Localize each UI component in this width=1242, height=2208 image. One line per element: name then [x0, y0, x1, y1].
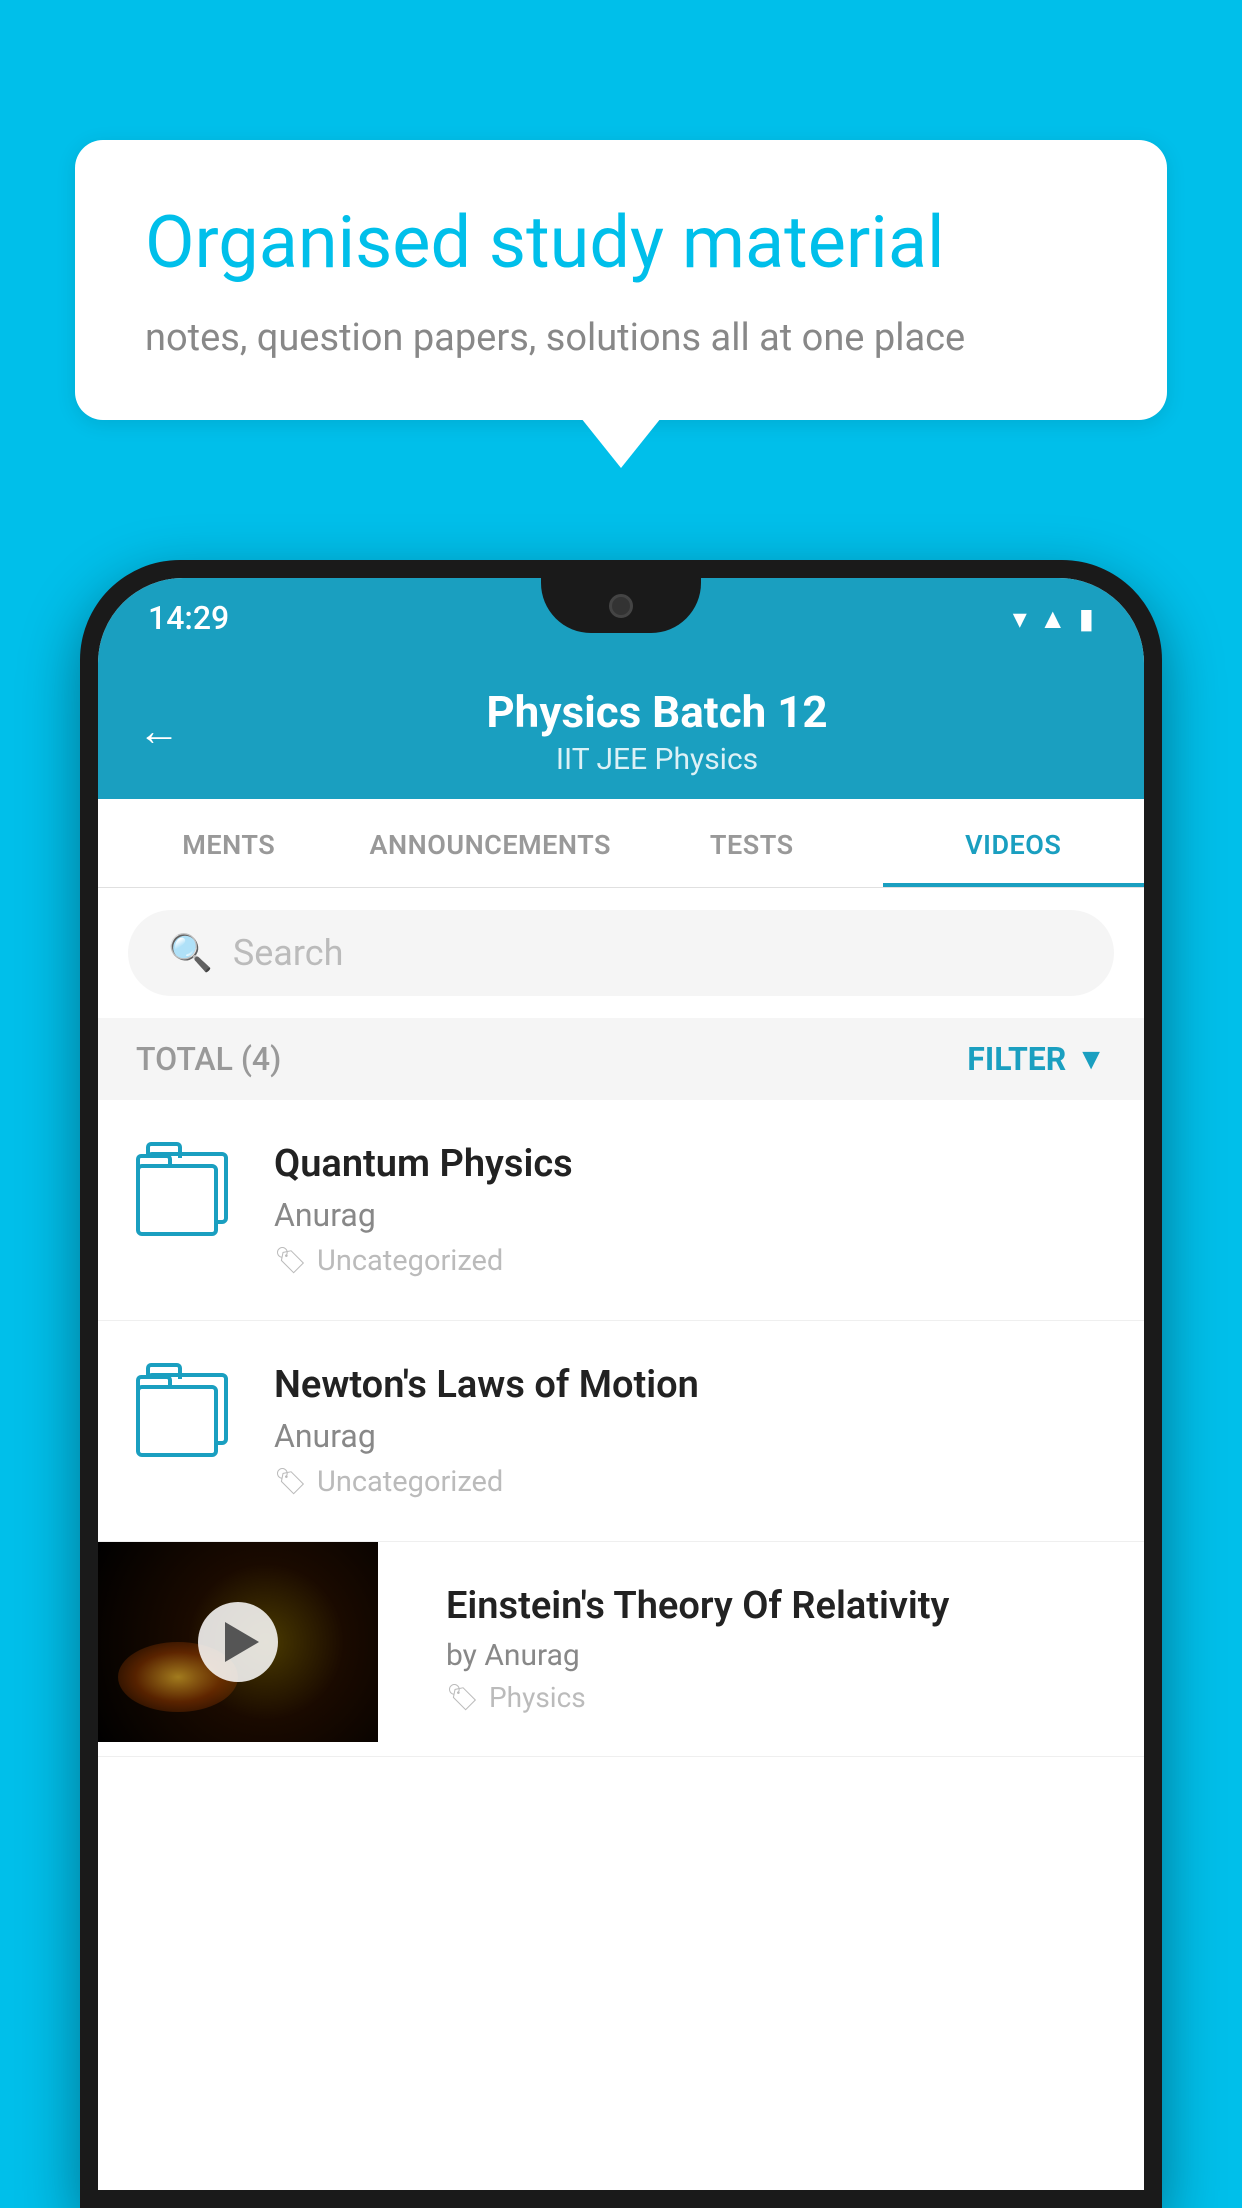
search-placeholder: Search: [233, 932, 344, 974]
play-icon: [225, 1622, 259, 1662]
speech-bubble-subtitle: notes, question papers, solutions all at…: [145, 316, 1097, 360]
notch: [541, 578, 701, 633]
video-list: Quantum Physics Anurag 🏷 Uncategorized: [98, 1100, 1144, 1757]
video-author: by Anurag: [446, 1638, 1114, 1673]
video-title: Newton's Laws of Motion: [274, 1363, 1106, 1407]
filter-icon: ▼: [1076, 1042, 1106, 1077]
folder-icon: [136, 1142, 236, 1242]
filter-bar: TOTAL (4) FILTER ▼: [98, 1018, 1144, 1100]
search-bar[interactable]: 🔍 Search: [128, 910, 1114, 996]
tag-icon: 🏷: [446, 1683, 479, 1713]
total-count: TOTAL (4): [136, 1040, 281, 1078]
tab-announcements[interactable]: ANNOUNCEMENTS: [360, 799, 622, 887]
batch-title: Physics Batch 12: [210, 686, 1104, 738]
video-author: Anurag: [274, 1196, 1106, 1234]
folder-icon: [136, 1363, 236, 1463]
search-icon: 🔍: [168, 932, 213, 974]
tag-label: Physics: [489, 1681, 586, 1714]
item-content: Quantum Physics Anurag 🏷 Uncategorized: [274, 1142, 1106, 1278]
item-icon-area: [136, 1363, 236, 1463]
folder-front: [136, 1385, 218, 1457]
signal-icon: ▲: [1039, 602, 1067, 635]
tag-icon: 🏷: [274, 1467, 307, 1497]
status-icons: ▾ ▲ ▮: [1013, 602, 1094, 635]
batch-subtitle: IIT JEE Physics: [210, 742, 1104, 777]
item-content: Newton's Laws of Motion Anurag 🏷 Uncateg…: [274, 1363, 1106, 1499]
tabs-container: MENTS ANNOUNCEMENTS TESTS VIDEOS: [98, 799, 1144, 888]
item-content: Einstein's Theory Of Relativity by Anura…: [416, 1542, 1144, 1756]
video-tag: 🏷 Uncategorized: [274, 1465, 1106, 1499]
app-header: ← Physics Batch 12 IIT JEE Physics: [98, 658, 1144, 799]
tab-videos[interactable]: VIDEOS: [883, 799, 1145, 887]
video-title: Quantum Physics: [274, 1142, 1106, 1186]
video-title: Einstein's Theory Of Relativity: [446, 1584, 1114, 1628]
status-time: 14:29: [148, 599, 229, 637]
list-item[interactable]: Quantum Physics Anurag 🏷 Uncategorized: [98, 1100, 1144, 1321]
camera: [609, 594, 633, 618]
video-author: Anurag: [274, 1417, 1106, 1455]
filter-button[interactable]: FILTER ▼: [967, 1040, 1106, 1078]
battery-icon: ▮: [1079, 602, 1094, 635]
video-thumbnail: [98, 1542, 378, 1742]
status-bar: 14:29 ▾ ▲ ▮: [98, 578, 1144, 658]
video-tag: 🏷 Physics: [446, 1681, 1114, 1714]
video-tag: 🏷 Uncategorized: [274, 1244, 1106, 1278]
list-item[interactable]: Einstein's Theory Of Relativity by Anura…: [98, 1542, 1144, 1757]
speech-bubble: Organised study material notes, question…: [75, 140, 1167, 420]
folder-front: [136, 1164, 218, 1236]
phone-screen: 14:29 ▾ ▲ ▮ ← Physics Batch 12 IIT JEE P…: [98, 578, 1144, 2190]
play-button[interactable]: [198, 1602, 278, 1682]
wifi-icon: ▾: [1013, 602, 1027, 635]
search-container: 🔍 Search: [98, 888, 1144, 1018]
tag-icon: 🏷: [274, 1246, 307, 1276]
header-title-area: Physics Batch 12 IIT JEE Physics: [210, 686, 1104, 777]
filter-label: FILTER: [967, 1040, 1066, 1078]
item-icon-area: [136, 1142, 236, 1242]
tab-assignments[interactable]: MENTS: [98, 799, 360, 887]
speech-bubble-title: Organised study material: [145, 200, 1097, 286]
tag-label: Uncategorized: [317, 1244, 503, 1278]
phone-frame: 14:29 ▾ ▲ ▮ ← Physics Batch 12 IIT JEE P…: [80, 560, 1162, 2208]
tag-label: Uncategorized: [317, 1465, 503, 1499]
back-button[interactable]: ←: [138, 707, 180, 756]
list-item[interactable]: Newton's Laws of Motion Anurag 🏷 Uncateg…: [98, 1321, 1144, 1542]
tab-tests[interactable]: TESTS: [621, 799, 883, 887]
speech-bubble-container: Organised study material notes, question…: [75, 140, 1167, 420]
